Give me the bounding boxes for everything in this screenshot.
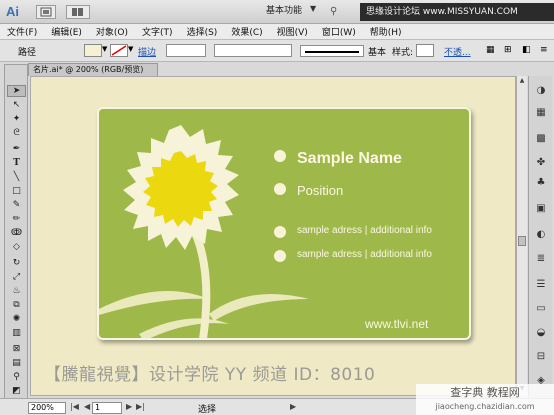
stroke-panel-icon[interactable]: ☰ bbox=[534, 278, 548, 291]
layers-panel-icon[interactable]: ≣ bbox=[534, 252, 548, 265]
zoom-field[interactable]: 200% bbox=[28, 402, 66, 414]
bridge-button[interactable] bbox=[36, 5, 56, 19]
site-watermark-line-1: 查字典 教程网 bbox=[450, 386, 520, 399]
color-panel-icon[interactable]: ◑ bbox=[534, 84, 548, 97]
type-tool-icon[interactable]: T bbox=[7, 157, 26, 169]
scale-tool-icon[interactable]: ⤢ bbox=[7, 271, 26, 283]
opacity-link[interactable]: 不透... bbox=[444, 45, 471, 58]
transparency-panel-icon[interactable]: ◒ bbox=[534, 326, 548, 339]
stroke-link[interactable]: 描边 bbox=[138, 45, 156, 58]
artboard-canvas[interactable]: Sample Name Position sample adress | add… bbox=[30, 76, 516, 396]
menu-window[interactable]: 窗口(W) bbox=[315, 25, 363, 38]
pencil-tool-icon[interactable]: ✏ bbox=[7, 213, 26, 225]
panel-menu-icon[interactable]: ≡ bbox=[540, 45, 548, 55]
lasso-tool-icon[interactable]: ᘓ bbox=[7, 127, 26, 139]
magic-wand-tool-icon[interactable]: ✦ bbox=[7, 113, 26, 125]
eyedropper-tool-icon[interactable]: ⚲ bbox=[7, 371, 26, 383]
app-logo: Ai bbox=[6, 4, 19, 19]
last-artboard-icon[interactable]: ▶| bbox=[136, 402, 145, 411]
site-watermark-line-2: jiaocheng.chazidian.com bbox=[435, 402, 535, 411]
document-tab[interactable]: 名片.ai* @ 200% (RGB/预览) × bbox=[28, 63, 158, 86]
style-label: 样式: bbox=[392, 48, 414, 58]
no-stroke-icon bbox=[111, 45, 127, 56]
card-address-line-1: sample adress | additional info bbox=[297, 225, 432, 236]
card-address-line-2: sample adress | additional info bbox=[297, 249, 432, 260]
gradient-panel-icon[interactable]: ▭ bbox=[534, 302, 548, 315]
graphic-styles-panel-icon[interactable]: ▣ bbox=[534, 202, 548, 215]
arrange-icon bbox=[72, 8, 83, 16]
menu-object[interactable]: 对象(O) bbox=[89, 25, 135, 38]
align-panel-icon[interactable]: ⊟ bbox=[534, 350, 548, 363]
align-icon[interactable]: ▦ bbox=[486, 45, 495, 55]
graphic-style-swatch[interactable] bbox=[416, 44, 434, 57]
stroke-weight-field[interactable] bbox=[166, 44, 206, 57]
tool-panel: ➤ ↖ ✦ ᘓ ✒ T ╲ □ ✎ ✏ ↂ ◇ ↻ ⤢ ♨ ⧉ ✺ ▥ ⊠ ▤ … bbox=[4, 64, 28, 402]
symbol-sprayer-tool-icon[interactable]: ✺ bbox=[7, 313, 26, 325]
scroll-up-icon[interactable]: ▲ bbox=[518, 77, 526, 85]
course-watermark: 【騰龍視覺】设计学院 YY 频道 ID：8010 bbox=[44, 365, 376, 385]
selection-tool-icon[interactable]: ➤ bbox=[7, 85, 26, 97]
stroke-style-label: 基本 bbox=[368, 48, 387, 58]
line-tool-icon[interactable]: ╲ bbox=[7, 171, 26, 183]
rectangle-tool-icon[interactable]: □ bbox=[7, 185, 26, 197]
current-tool-label: 选择 bbox=[198, 405, 217, 415]
menu-select[interactable]: 选择(S) bbox=[180, 25, 225, 38]
document-tab-title: 名片.ai* @ 200% (RGB/预览) bbox=[33, 65, 144, 74]
previous-artboard-icon[interactable]: ◀ bbox=[84, 402, 90, 411]
menu-view[interactable]: 视图(V) bbox=[270, 25, 315, 38]
site-watermark-bottom: 查字典 教程网 jiaocheng.chazidian.com bbox=[416, 384, 554, 415]
right-panel-dock: ◑ ▦ ▩ ✤ ♣ ▣ ◐ ≣ ☰ ▭ ◒ ⊟ ◈ bbox=[528, 76, 552, 398]
card-name: Sample Name bbox=[297, 150, 402, 167]
transform-icon[interactable]: ⊞ bbox=[504, 45, 512, 55]
brush-definition-preview[interactable] bbox=[300, 45, 364, 57]
status-menu-icon[interactable]: ▶ bbox=[290, 402, 296, 411]
isolate-icon[interactable]: ◧ bbox=[522, 45, 531, 55]
menu-file[interactable]: 文件(F) bbox=[0, 25, 44, 38]
pen-tool-icon[interactable]: ✒ bbox=[7, 143, 26, 155]
first-artboard-icon[interactable]: |◀ bbox=[70, 402, 79, 411]
vertical-scrollbar[interactable]: ▲ ▼ bbox=[516, 76, 527, 396]
fill-stroke-swatches-icon[interactable]: ◩ bbox=[7, 385, 26, 397]
blob-brush-tool-icon[interactable]: ↂ bbox=[7, 227, 26, 239]
illustrator-window: Ai 基本功能 ▼ ⚲ 思缘设计论坛 www.MISSYUAN.COM 文件(F… bbox=[0, 0, 554, 415]
menu-help[interactable]: 帮助(H) bbox=[363, 25, 409, 38]
fill-dropdown-icon[interactable]: ▼ bbox=[102, 45, 107, 53]
color-guide-panel-icon[interactable]: ▦ bbox=[534, 106, 548, 119]
stroke-dropdown-icon[interactable]: ▼ bbox=[128, 45, 133, 53]
appearance-panel-icon[interactable]: ◐ bbox=[534, 228, 548, 241]
free-transform-tool-icon[interactable]: ⧉ bbox=[7, 299, 26, 311]
scroll-thumb[interactable] bbox=[518, 236, 526, 246]
paintbrush-tool-icon[interactable]: ✎ bbox=[7, 199, 26, 211]
search-icon[interactable]: ⚲ bbox=[330, 6, 337, 17]
site-watermark-top: 思缘设计论坛 www.MISSYUAN.COM bbox=[360, 3, 554, 21]
warp-tool-icon[interactable]: ♨ bbox=[7, 285, 26, 297]
column-graph-tool-icon[interactable]: ▥ bbox=[7, 327, 26, 339]
next-artboard-icon[interactable]: ▶ bbox=[126, 402, 132, 411]
menu-type[interactable]: 文字(T) bbox=[135, 25, 180, 38]
card-url: www.tlvi.net bbox=[365, 317, 429, 331]
direct-selection-tool-icon[interactable]: ↖ bbox=[7, 99, 26, 111]
stroke-swatch[interactable] bbox=[110, 44, 128, 57]
menu-edit[interactable]: 编辑(E) bbox=[44, 25, 89, 38]
artboard-number-field[interactable]: 1 bbox=[92, 402, 122, 414]
workspace-caret-icon[interactable]: ▼ bbox=[310, 4, 316, 13]
control-bar: 路径 ▼ ▼ 描边 基本 样式: 不透... ▦ ⊞ ◧ ≡ bbox=[0, 40, 554, 62]
card-position: Position bbox=[297, 183, 344, 198]
mesh-tool-icon[interactable]: ⊠ bbox=[7, 343, 26, 355]
arrange-documents-button[interactable] bbox=[66, 5, 90, 19]
swatches-panel-icon[interactable]: ▩ bbox=[534, 132, 548, 145]
bridge-icon bbox=[40, 7, 52, 17]
symbols-panel-icon[interactable]: ♣ bbox=[534, 176, 548, 189]
eraser-tool-icon[interactable]: ◇ bbox=[7, 241, 26, 253]
variable-width-dropdown[interactable] bbox=[214, 44, 292, 57]
title-bar: Ai 基本功能 ▼ ⚲ 思缘设计论坛 www.MISSYUAN.COM bbox=[0, 0, 554, 24]
menu-bar: 文件(F) 编辑(E) 对象(O) 文字(T) 选择(S) 效果(C) 视图(V… bbox=[0, 24, 554, 40]
object-type-label: 路径 bbox=[18, 48, 37, 58]
fill-swatch[interactable] bbox=[84, 44, 102, 57]
menu-effect[interactable]: 效果(C) bbox=[224, 25, 269, 38]
brushes-panel-icon[interactable]: ✤ bbox=[534, 156, 548, 169]
gradient-tool-icon[interactable]: ▤ bbox=[7, 357, 26, 369]
rotate-tool-icon[interactable]: ↻ bbox=[7, 257, 26, 269]
business-card[interactable]: Sample Name Position sample adress | add… bbox=[97, 107, 471, 340]
